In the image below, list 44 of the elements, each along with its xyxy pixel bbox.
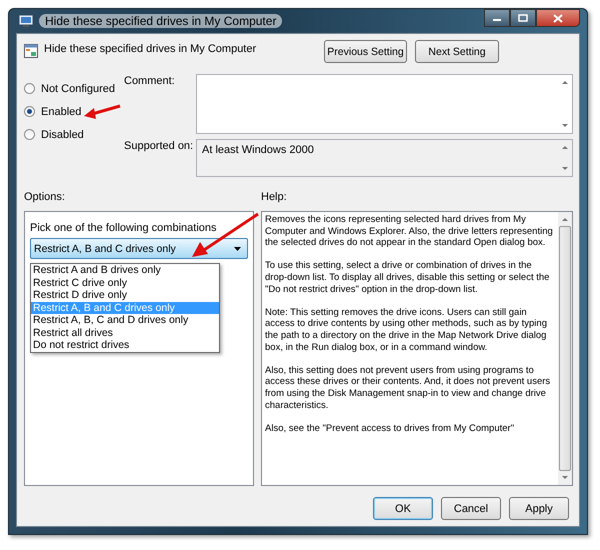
options-label: Options: — [24, 191, 66, 205]
dropdown-item[interactable]: Restrict A, B, C and D drives only — [31, 314, 219, 326]
caret-icon — [234, 246, 241, 250]
radio-icon[interactable] — [24, 129, 35, 140]
dropdown-item[interactable]: Restrict A and B drives only — [31, 264, 219, 276]
help-paragraph: Removes the icons representing selected hard drives from My Computer and Windows Explorer. Also, the drive letters representing the selected drives do not appear in the standard Open dialog box. — [265, 214, 554, 249]
options-prompt: Pick one of the following combinations — [30, 222, 218, 234]
comment-field[interactable] — [196, 74, 573, 134]
comment-label: Comment: — [124, 75, 176, 89]
help-scrollbar[interactable] — [558, 212, 572, 485]
radio-icon[interactable] — [24, 106, 35, 117]
maximize-icon — [518, 14, 528, 22]
radio-option[interactable]: Disabled — [24, 126, 124, 143]
radio-option[interactable]: Not Configured — [24, 80, 124, 97]
close-button[interactable] — [536, 9, 580, 27]
policy-icon — [24, 44, 38, 58]
nav-button[interactable]: Previous Setting — [324, 40, 407, 63]
maximize-button[interactable] — [510, 9, 536, 27]
help-label: Help: — [261, 191, 287, 205]
radio-label: Enabled — [41, 106, 82, 118]
help-paragraph: Also, this setting does not prevent users from using programs to access these drives or their contents. And, it does not prevent users from using the Disk Management snap-in to view and change drive characteristics. — [265, 364, 552, 412]
dialog-button[interactable]: Cancel — [441, 497, 501, 520]
dropdown-item[interactable]: Restrict C drive only — [31, 276, 219, 289]
minimize-button[interactable] — [484, 9, 510, 27]
help-paragraph: To use this setting, select a drive or combination of drives in the drop-down list. To display all drives, disable this setting or select the "Do not restrict drives" option in the drop-down list. — [265, 260, 550, 296]
policy-title: Hide these specified drives in My Computer — [44, 43, 256, 55]
nav-button[interactable]: Next Setting — [415, 40, 499, 63]
dialog-button[interactable]: OK — [373, 497, 433, 520]
radio-icon[interactable] — [24, 83, 35, 94]
drive-dropdown[interactable]: Restrict A, B and C drives only — [30, 238, 248, 259]
dropdown-item[interactable]: Restrict D drive only — [31, 289, 219, 302]
window-app-icon — [18, 14, 34, 28]
dropdown-item[interactable]: Restrict all drives — [31, 326, 219, 339]
help-paragraph: Note: This setting removes the drive icons. Users can still gain access to drive contents by using other methods, such as by typing the path to a directory on the drive in the Map Network Drive dialog box, in the Run dialog box, or in a command window. — [265, 306, 548, 354]
supported-on-label: Supported on: — [124, 140, 194, 154]
radio-option[interactable]: Enabled — [24, 103, 124, 120]
radio-label: Disabled — [41, 128, 84, 140]
window-title: Hide these specified drives in My Computer — [39, 14, 282, 28]
dialog-button[interactable]: Apply — [509, 497, 569, 520]
close-icon — [553, 14, 563, 22]
supported-on-value: At least Windows 2000 — [202, 144, 314, 156]
dropdown-item[interactable]: Do not restrict drives — [31, 339, 219, 352]
help-paragraph: Also, see the "Prevent access to drives from My Computer" — [265, 422, 516, 434]
radio-label: Not Configured — [41, 82, 115, 94]
